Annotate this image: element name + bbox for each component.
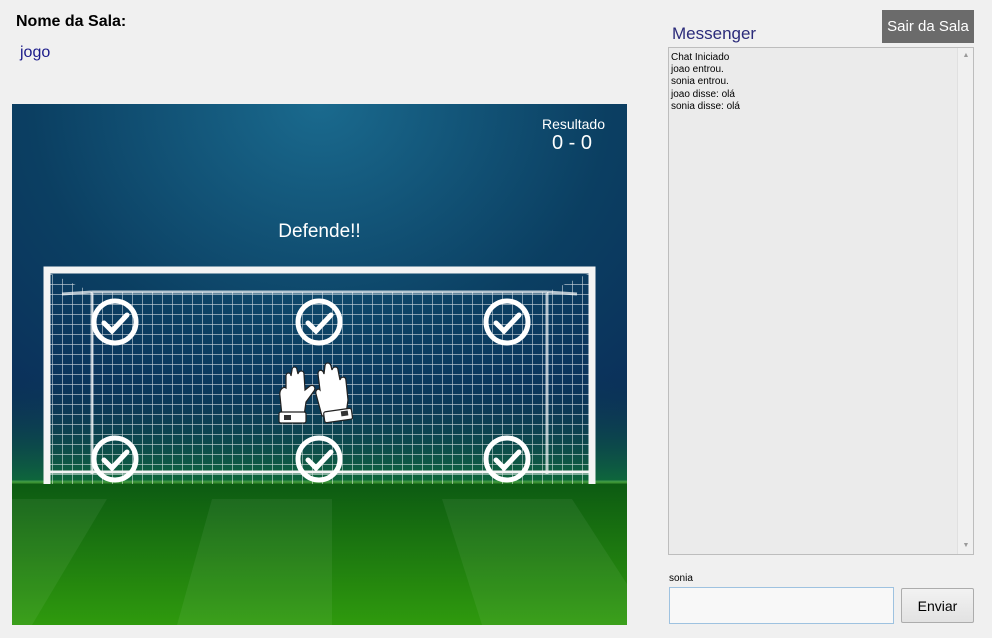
game-message: Defende!! bbox=[278, 221, 361, 242]
chat-log[interactable]: Chat Iniciado joao entrou. sonia entrou.… bbox=[668, 47, 974, 555]
chat-line: sonia disse: olá bbox=[671, 100, 740, 112]
target-top-right-icon[interactable] bbox=[482, 297, 532, 347]
target-top-left-icon[interactable] bbox=[90, 297, 140, 347]
score-label: Resultado bbox=[541, 116, 605, 132]
message-input[interactable] bbox=[669, 587, 894, 624]
scroll-down-arrow-icon[interactable]: ▼ bbox=[958, 538, 974, 554]
target-bottom-center-icon[interactable] bbox=[294, 434, 344, 484]
room-name-value: jogo bbox=[20, 44, 51, 61]
send-button[interactable]: Enviar bbox=[901, 588, 974, 623]
messenger-title: Messenger bbox=[672, 24, 757, 43]
exit-room-button[interactable]: Sair da Sala bbox=[882, 10, 974, 43]
goalkeeper-gloves-icon bbox=[278, 362, 354, 424]
score-value: 0 - 0 bbox=[551, 132, 592, 154]
current-user-label: sonia bbox=[669, 573, 693, 584]
chat-line: joao disse: olá bbox=[671, 88, 735, 100]
chat-scrollbar[interactable]: ▲ ▼ bbox=[957, 48, 973, 554]
target-bottom-right-icon[interactable] bbox=[482, 434, 532, 484]
room-name-label: Nome da Sala: bbox=[16, 13, 127, 30]
chat-line: sonia entrou. bbox=[671, 76, 729, 88]
chat-line: joao entrou. bbox=[671, 64, 724, 76]
target-bottom-left-icon[interactable] bbox=[90, 434, 140, 484]
chat-line: Chat Iniciado bbox=[671, 52, 730, 63]
scroll-up-arrow-icon[interactable]: ▲ bbox=[958, 48, 974, 64]
target-top-center-icon[interactable] bbox=[294, 297, 344, 347]
chat-messages: Chat Iniciado joao entrou. sonia entrou.… bbox=[671, 52, 740, 113]
game-field: Resultado 0 - 0 Defende!! bbox=[12, 104, 627, 625]
